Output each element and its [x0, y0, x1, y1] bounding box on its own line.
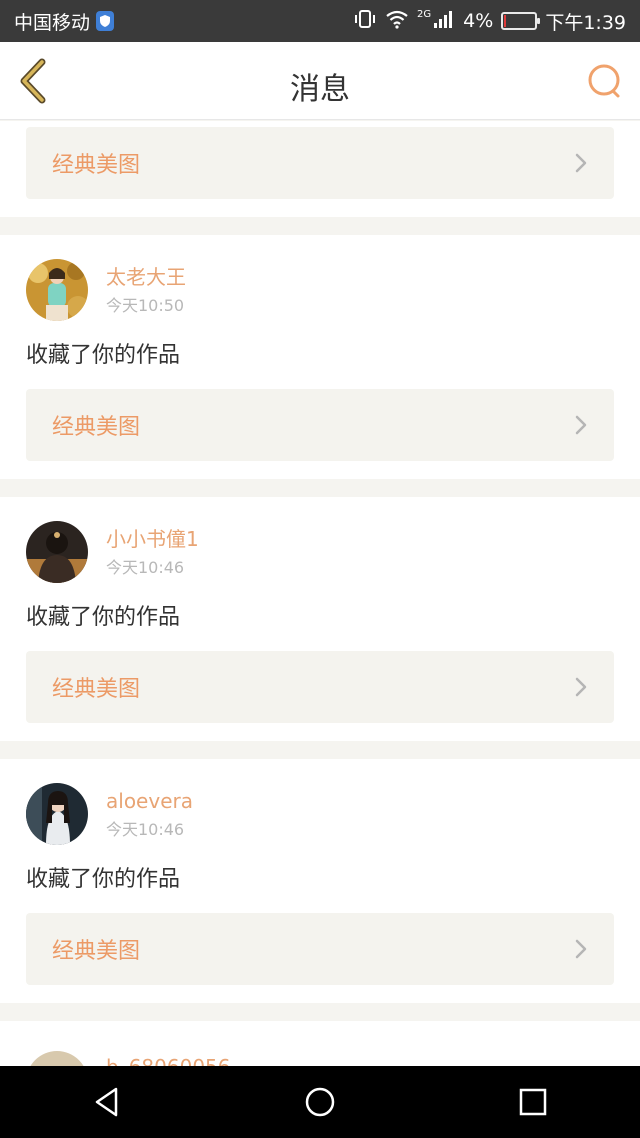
battery-percent: 4%	[463, 10, 494, 32]
status-right: 2G 4% 下午1:39	[353, 8, 626, 35]
work-link-label: 经典美图	[52, 415, 141, 440]
work-link-label: 经典美图	[52, 153, 141, 178]
network-type: 2G	[417, 8, 432, 20]
search-icon	[588, 64, 620, 98]
card-divider	[0, 1003, 640, 1021]
card-padding	[26, 723, 614, 741]
search-button[interactable]	[586, 62, 624, 100]
username[interactable]: 太老大王	[106, 264, 186, 290]
page-title: 消息	[290, 72, 350, 107]
nav-recents-button[interactable]	[503, 1072, 563, 1132]
app-header: 消息	[0, 42, 640, 120]
chevron-right-icon	[575, 153, 587, 173]
user-row: 太老大王 今天10:50	[26, 235, 614, 321]
message-card: 小小书僮1 今天10:46 收藏了你的作品 经典美图	[0, 497, 640, 741]
card-divider	[0, 479, 640, 497]
timestamp: 今天10:46	[106, 820, 185, 839]
action-text: 收藏了你的作品	[26, 605, 181, 630]
message-feed: 经典美图 太老大王 今天10:50 收藏了你的作品 经典美图 小小书僮1 今天1…	[0, 121, 640, 1081]
work-link-label: 经典美图	[52, 939, 141, 964]
screen: 中国移动 2G 4% 下午1:39 消息 经典美图 太老大王 今天10:50 收…	[0, 0, 640, 1138]
username[interactable]: aloevera	[106, 788, 193, 814]
chevron-right-icon	[575, 677, 587, 697]
action-text: 收藏了你的作品	[26, 867, 181, 892]
message-card: aloevera 今天10:46 收藏了你的作品 经典美图	[0, 759, 640, 1003]
signal-icon	[433, 9, 455, 34]
circle-home-icon	[305, 1087, 335, 1117]
wifi-icon	[385, 9, 409, 34]
avatar[interactable]	[26, 259, 88, 321]
battery-icon	[501, 12, 541, 30]
clock: 下午1:39	[545, 11, 626, 34]
vibrate-icon	[353, 9, 377, 34]
timestamp: 今天10:50	[106, 296, 185, 315]
nav-home-button[interactable]	[290, 1072, 350, 1132]
shield-icon	[96, 11, 115, 31]
user-meta: aloevera 今天10:46	[106, 788, 193, 840]
status-left: 中国移动	[14, 8, 115, 35]
message-card: 经典美图	[0, 121, 640, 217]
nav-back-button[interactable]	[77, 1072, 137, 1132]
user-meta: 小小书僮1 今天10:46	[106, 526, 199, 578]
system-nav-bar	[0, 1066, 640, 1138]
user-meta: 太老大王 今天10:50	[106, 264, 186, 316]
user-row: 小小书僮1 今天10:46	[26, 497, 614, 583]
card-padding	[26, 461, 614, 479]
battery-level	[504, 15, 507, 27]
avatar[interactable]	[26, 521, 88, 583]
work-link-label: 经典美图	[52, 677, 141, 702]
card-padding	[26, 985, 614, 1003]
work-link[interactable]: 经典美图	[26, 913, 614, 985]
carrier-label: 中国移动	[14, 11, 91, 34]
triangle-back-icon	[95, 1087, 117, 1117]
card-divider	[0, 741, 640, 759]
work-link[interactable]: 经典美图	[26, 389, 614, 461]
message-card: 太老大王 今天10:50 收藏了你的作品 经典美图	[0, 235, 640, 479]
action-text: 收藏了你的作品	[26, 343, 181, 368]
username[interactable]: 小小书僮1	[106, 526, 199, 552]
timestamp: 今天10:46	[106, 558, 185, 577]
card-divider	[0, 217, 640, 235]
avatar[interactable]	[26, 783, 88, 845]
chevron-right-icon	[575, 939, 587, 959]
status-bar: 中国移动 2G 4% 下午1:39	[0, 0, 640, 42]
user-row: aloevera 今天10:46	[26, 759, 614, 845]
square-recents-icon	[520, 1088, 547, 1116]
chevron-right-icon	[575, 415, 587, 435]
work-link[interactable]: 经典美图	[26, 651, 614, 723]
work-link[interactable]: 经典美图	[26, 127, 614, 199]
